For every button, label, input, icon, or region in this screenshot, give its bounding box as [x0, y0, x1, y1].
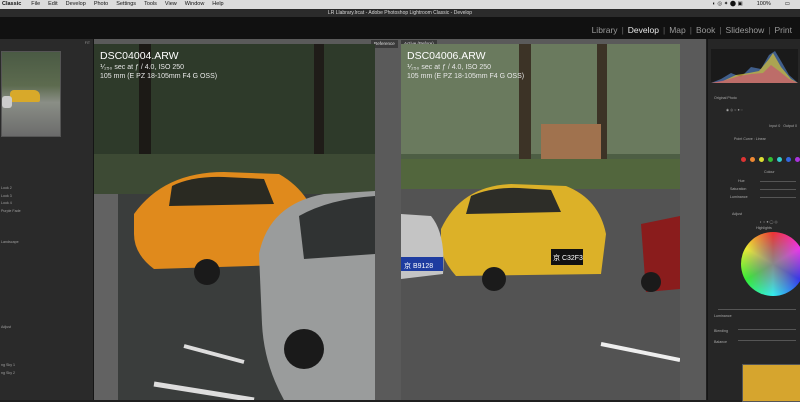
saturation-slider[interactable]: [760, 189, 796, 190]
battery-level: 100%: [756, 1, 771, 7]
swatch-purple[interactable]: [795, 157, 800, 162]
preset-item[interactable]: [1, 331, 94, 339]
preset-item[interactable]: [1, 339, 94, 347]
module-book[interactable]: Book: [696, 25, 715, 35]
right-panel: Original Photo ◉ ◎ ○ ● ◌ Input 0 Output …: [707, 39, 800, 400]
active-lens: 105 mm (E PZ 18-105mm F4 G OSS): [407, 73, 525, 80]
preset-item[interactable]: [1, 308, 94, 316]
preset-item[interactable]: Look 2: [1, 185, 94, 193]
status-icons[interactable]: ◐ ◎ ✦ ⬤ ▣: [713, 0, 743, 9]
preset-item[interactable]: [1, 285, 94, 293]
window-title: LR Llabrary.lrcat - Adobe Photoshop Ligh…: [0, 9, 800, 17]
reference-lens: 105 mm (E PZ 18-105mm F4 G OSS): [100, 73, 218, 80]
preset-item[interactable]: [1, 262, 94, 270]
plate-left: 京 B9128: [404, 261, 433, 270]
plate-right: 京 C32F3: [553, 253, 583, 262]
active-filename: DSC04006.ARW: [407, 50, 486, 62]
blending-label: Blending: [714, 329, 728, 333]
preset-item[interactable]: [1, 354, 94, 362]
reference-exposure: ⅟₂₅₀ sec at ƒ / 4.0, ISO 250: [100, 64, 185, 71]
tool-strip[interactable]: ◉ ◎ ○ ● ◌: [708, 105, 800, 115]
preset-item[interactable]: [1, 301, 94, 309]
menu-file[interactable]: File: [31, 0, 40, 9]
active-meta: ⅟₂₅₀ sec at ƒ / 4.0, ISO 250 105 mm (E P…: [407, 63, 524, 81]
luminance2-label: Luminance: [714, 314, 732, 318]
preset-item[interactable]: Purple Fade: [1, 208, 94, 216]
balance-label: Balance: [714, 340, 727, 344]
curve-readout: Input 0 Output 0: [769, 124, 797, 128]
histogram[interactable]: [711, 49, 798, 83]
active-photo[interactable]: 京 C32F3 京 B9128 DSC04006.ARW ⅟₂₅₀ sec at…: [401, 44, 680, 400]
preset-item[interactable]: [1, 347, 94, 355]
preset-item[interactable]: [1, 270, 94, 278]
left-panel: FIT Look 2 Look 3 Look 4 Purple Fade Lan…: [0, 39, 94, 400]
swatch-blue[interactable]: [786, 157, 791, 162]
preset-item[interactable]: [1, 231, 94, 239]
battery-icon[interactable]: ▭: [785, 0, 790, 9]
preset-item[interactable]: ng Sky 1: [1, 362, 94, 370]
menu-edit[interactable]: Edit: [48, 0, 57, 9]
preset-item[interactable]: Adjust: [1, 324, 94, 332]
reference-filename: DSC04004.ARW: [100, 50, 179, 62]
menu-develop[interactable]: Develop: [66, 0, 86, 9]
color-swatches: [741, 157, 800, 162]
menu-tools[interactable]: Tools: [144, 0, 157, 9]
wheel-slider[interactable]: [718, 309, 796, 310]
reference-meta: ⅟₂₅₀ sec at ƒ / 4.0, ISO 250 105 mm (E P…: [100, 63, 217, 81]
luminance-slider[interactable]: [760, 197, 796, 198]
module-library[interactable]: Library: [592, 25, 618, 35]
menu-help[interactable]: Help: [212, 0, 223, 9]
menu-photo[interactable]: Photo: [94, 0, 108, 9]
module-picker: Library | Develop | Map | Book | Slidesh…: [0, 17, 800, 39]
preset-item[interactable]: Look 3: [1, 193, 94, 201]
presets-list: Look 2 Look 3 Look 4 Purple Fade Landsca…: [0, 185, 94, 378]
module-slideshow[interactable]: Slideshow: [726, 25, 765, 35]
menu-window[interactable]: Window: [185, 0, 205, 9]
original-photo-label[interactable]: Original Photo: [708, 93, 800, 103]
swatch-green[interactable]: [768, 157, 773, 162]
filmstrip-thumbnail[interactable]: [742, 364, 800, 402]
preset-item[interactable]: [1, 216, 94, 224]
menu-bar: Classic File Edit Develop Photo Settings…: [0, 0, 800, 9]
reference-image: [94, 44, 375, 400]
navigator-car: [10, 90, 40, 102]
swatch-red[interactable]: [741, 157, 746, 162]
preset-item[interactable]: [1, 277, 94, 285]
active-image: 京 C32F3 京 B9128: [401, 44, 680, 400]
active-exposure: ⅟₂₅₀ sec at ƒ / 4.0, ISO 250: [407, 64, 492, 71]
reference-tag: Reference: [371, 40, 398, 48]
hue-slider[interactable]: [760, 181, 796, 182]
menu-view[interactable]: View: [165, 0, 177, 9]
highlights-label: Highlights: [756, 226, 772, 230]
preset-item[interactable]: [1, 254, 94, 262]
swatch-yellow[interactable]: [759, 157, 764, 162]
navigator-fit[interactable]: FIT: [85, 41, 90, 45]
preset-item[interactable]: [1, 316, 94, 324]
swatch-orange[interactable]: [750, 157, 755, 162]
preset-item[interactable]: Landscape: [1, 239, 94, 247]
preset-item[interactable]: [1, 247, 94, 255]
preset-item[interactable]: ng Sky 2: [1, 370, 94, 378]
navigator-preview[interactable]: [1, 51, 61, 137]
preset-item[interactable]: [1, 224, 94, 232]
module-print[interactable]: Print: [775, 25, 792, 35]
app-menu[interactable]: Classic: [2, 0, 21, 9]
module-map[interactable]: Map: [669, 25, 686, 35]
navigator-header: FIT: [0, 39, 93, 47]
point-curve-row[interactable]: Point Curve : Linear: [708, 134, 800, 144]
swatch-aqua[interactable]: [777, 157, 782, 162]
navigator-car-2: [2, 96, 12, 108]
module-develop[interactable]: Develop: [628, 25, 659, 35]
reference-photo[interactable]: DSC04004.ARW ⅟₂₅₀ sec at ƒ / 4.0, ISO 25…: [94, 44, 375, 400]
color-wheel[interactable]: [741, 232, 800, 296]
preset-item[interactable]: [1, 293, 94, 301]
preset-item[interactable]: Look 4: [1, 200, 94, 208]
menu-settings[interactable]: Settings: [116, 0, 136, 9]
compare-view: Reference Active (Before) DSC04004.ARW ⅟…: [94, 39, 706, 400]
